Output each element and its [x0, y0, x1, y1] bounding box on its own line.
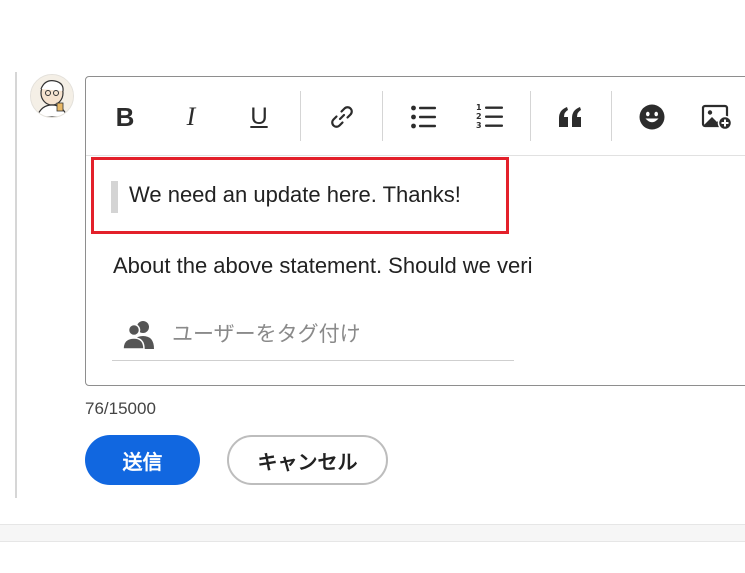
avatar [30, 74, 74, 118]
tag-users-input[interactable] [170, 316, 504, 352]
tag-users-field[interactable] [112, 310, 514, 361]
smiley-icon [639, 104, 665, 130]
blockquote-bar [111, 181, 118, 213]
send-button[interactable]: 送信 [85, 435, 200, 485]
quoted-text[interactable]: We need an update here. Thanks! [129, 182, 461, 208]
toolbar-divider [530, 91, 531, 141]
underline-button[interactable]: U [241, 97, 277, 137]
quote-icon [559, 107, 581, 127]
section-divider [0, 524, 745, 542]
link-icon [331, 106, 353, 128]
numbered-list-icon: 1 2 3 [476, 103, 503, 130]
toolbar-divider [382, 91, 383, 141]
comment-body-text[interactable]: About the above statement. Should we ver… [113, 253, 532, 279]
numbered-list-button[interactable]: 1 2 3 [472, 97, 508, 137]
toolbar-divider [300, 91, 301, 141]
svg-text:3: 3 [476, 121, 482, 130]
insert-image-button[interactable] [699, 97, 735, 137]
add-image-icon [701, 104, 733, 131]
bulleted-list-button[interactable] [406, 97, 442, 137]
character-counter: 76/15000 [85, 399, 156, 418]
emoji-button[interactable] [634, 97, 670, 137]
users-icon [122, 321, 154, 350]
thread-line [15, 72, 17, 498]
blockquote-button[interactable] [553, 97, 589, 137]
bulleted-list-icon [411, 105, 436, 129]
link-button[interactable] [324, 97, 360, 137]
svg-text:2: 2 [476, 112, 482, 121]
svg-text:1: 1 [476, 103, 482, 112]
formatting-toolbar: B I U 1 2 3 [86, 77, 745, 156]
italic-button[interactable]: I [173, 97, 209, 137]
bold-button[interactable]: B [107, 97, 143, 137]
toolbar-divider [611, 91, 612, 141]
comment-composer: B I U 1 2 3 We need an update here. Than… [0, 0, 745, 573]
cancel-button[interactable]: キャンセル [227, 435, 388, 485]
